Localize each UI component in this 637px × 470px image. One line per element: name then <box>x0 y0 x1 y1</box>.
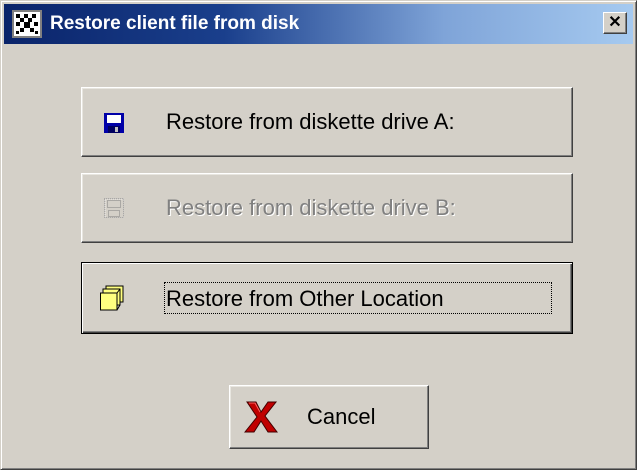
restore-drive-a-button[interactable]: Restore from diskette drive A: <box>81 87 573 157</box>
restore-drive-a-label: Restore from diskette drive A: <box>166 109 455 134</box>
restore-other-location-label: Restore from Other Location <box>166 286 444 311</box>
restore-other-location-button[interactable]: Restore from Other Location <box>81 262 573 334</box>
close-button[interactable]: ✕ <box>603 12 627 34</box>
window-title: Restore client file from disk <box>50 13 300 34</box>
folder-icon <box>100 285 124 316</box>
cancel-button[interactable]: Cancel <box>229 385 429 449</box>
dialog-window: Restore client file from disk ✕ Restore … <box>0 0 637 470</box>
floppy-disk-icon <box>104 113 124 138</box>
cancel-label: Cancel <box>307 404 376 429</box>
restore-drive-b-label: Restore from diskette drive B: <box>166 195 456 220</box>
app-icon <box>12 10 42 38</box>
title-bar[interactable]: Restore client file from disk ✕ <box>4 4 633 44</box>
close-icon: ✕ <box>608 14 622 31</box>
floppy-disk-disabled-icon <box>104 198 125 223</box>
red-x-icon <box>243 400 278 439</box>
restore-drive-b-button[interactable]: Restore from diskette drive B: <box>81 173 573 243</box>
